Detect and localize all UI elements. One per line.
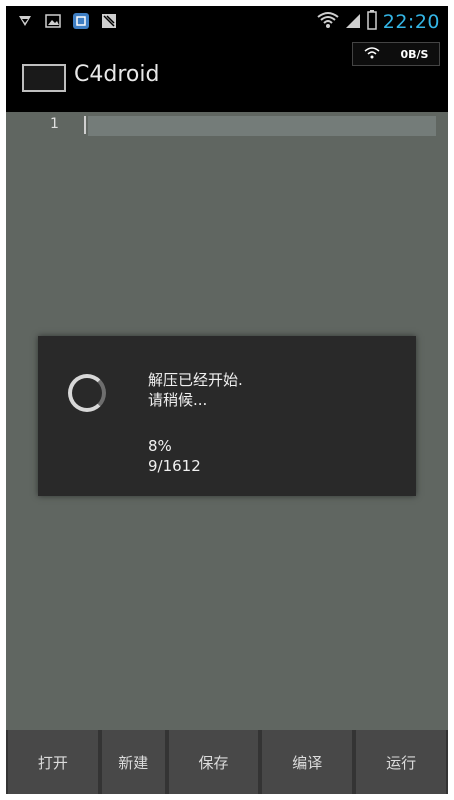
speed-text: 0B/S [400,47,429,61]
status-bar: 22:20 [6,6,448,38]
editor-line[interactable]: 1 [6,112,448,136]
compile-button[interactable]: 编译 [262,730,353,794]
app-title: C4droid [74,62,160,87]
text-cursor [84,116,86,134]
c4droid-logo-icon[interactable] [22,64,66,92]
dialog-message: 解压已经开始. 请稍候... [148,370,243,410]
current-line-highlight[interactable] [88,116,436,136]
new-button[interactable]: 新建 [101,730,165,794]
progress-percent: 8% [148,437,172,455]
cell-signal-icon [345,11,361,33]
download-icon [16,12,34,30]
screen: 22:20 C4droid 0B/S 1 解压已经开始. 请稍候... 8% 9… [6,6,448,794]
app-icon [72,12,90,30]
loading-spinner-icon [68,374,106,412]
signal-tool-icon [100,12,118,30]
progress-info: 8% 9/1612 [148,436,201,476]
progress-dialog: 解压已经开始. 请稍候... 8% 9/1612 [38,336,416,496]
progress-count: 9/1612 [148,457,201,475]
run-button[interactable]: 运行 [356,730,446,794]
system-icons: 22:20 [317,10,440,34]
action-bar: C4droid 0B/S [6,38,448,112]
notification-icons [16,12,118,30]
image-icon [44,12,62,30]
save-button[interactable]: 保存 [168,730,259,794]
open-button[interactable]: 打开 [8,730,98,794]
battery-icon [366,10,377,34]
dialog-message-line2: 请稍候... [148,391,208,409]
line-number: 1 [50,116,59,132]
wifi-icon [317,11,339,33]
clock: 22:20 [382,11,440,33]
wifi-icon [364,46,380,62]
network-speed-indicator: 0B/S [352,42,440,66]
dialog-message-line1: 解压已经开始. [148,371,243,389]
bottom-toolbar: 打开 新建 保存 编译 运行 [6,730,448,794]
